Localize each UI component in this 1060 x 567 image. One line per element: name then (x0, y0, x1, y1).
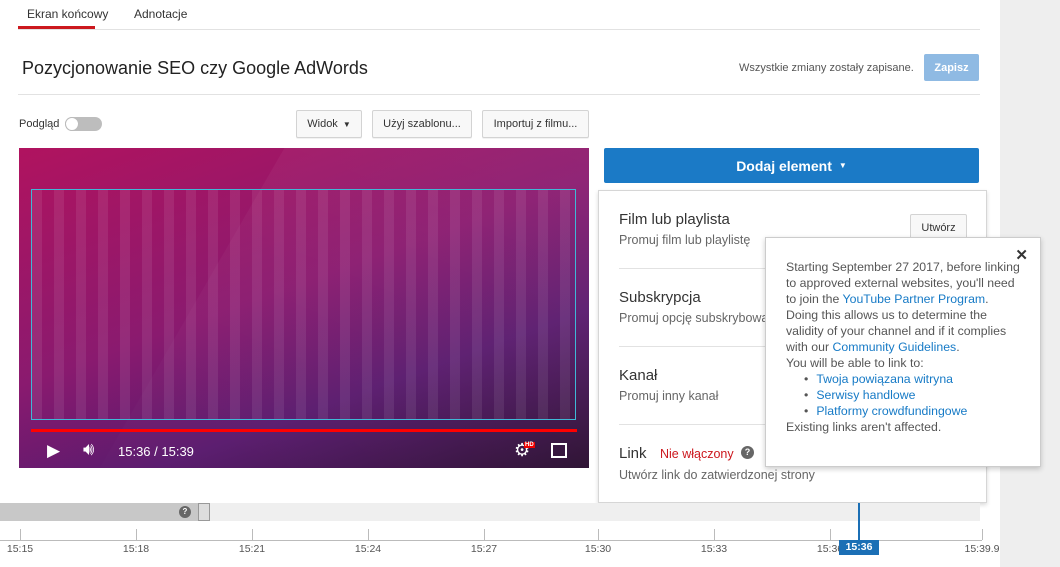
element-video-desc: Promuj film lub playlistę (619, 233, 751, 247)
tooltip-text: . (956, 340, 960, 354)
caret-down-icon: ▼ (342, 119, 351, 129)
link-own-site[interactable]: Twoja powiązana witryna (816, 372, 953, 386)
timeline-tick (484, 529, 485, 540)
element-subscribe-desc: Promuj opcję subskrybowania (619, 311, 786, 325)
progress-bar[interactable] (31, 429, 577, 432)
add-element-button[interactable]: Dodaj element ▼ (604, 148, 979, 183)
timeline-tick (20, 529, 21, 540)
timeline-tick-label: 15:15 (6, 543, 34, 555)
timeline-tick (252, 529, 253, 540)
timeline-tick (830, 529, 831, 540)
timeline-axis (0, 540, 982, 541)
link-crowdfunding[interactable]: Platformy crowdfundingowe (816, 404, 967, 418)
video-preview[interactable]: ▶ 🔊︎ 15:36 / 15:39 ⚙ HD (19, 148, 589, 468)
timeline-tick-label: 15:24 (354, 543, 382, 555)
element-link-title[interactable]: Link (619, 445, 647, 462)
timeline-tick-label: 15:18 (122, 543, 150, 555)
timeline-tick-label: 15:27 (470, 543, 498, 555)
time-display: 15:36 / 15:39 (118, 444, 194, 459)
tab-annotations[interactable]: Adnotacje (134, 7, 187, 21)
tooltip-body: Starting September 27 2017, before linki… (786, 259, 1020, 355)
timeline-tick-label: 15:30 (584, 543, 612, 555)
hd-badge: HD (524, 442, 535, 448)
fullscreen-icon[interactable] (551, 443, 567, 458)
save-button[interactable]: Zapisz (924, 54, 979, 81)
element-link-desc: Utwórz link do zatwierdzonej strony (619, 468, 815, 482)
view-dropdown[interactable]: Widok ▼ (296, 110, 362, 138)
timeline-tick (598, 529, 599, 540)
timeline-tick (136, 529, 137, 540)
page-title: Pozycjonowanie SEO czy Google AdWords (22, 58, 368, 78)
element-channel-title[interactable]: Kanał (619, 367, 657, 384)
timeline-tick (714, 529, 715, 540)
import-button[interactable]: Importuj z filmu... (482, 110, 589, 138)
close-icon[interactable]: ✕ (1015, 248, 1028, 264)
timeline-tick (368, 529, 369, 540)
divider (18, 94, 980, 95)
divider (18, 29, 980, 30)
tooltip-outro: Existing links aren't affected. (786, 420, 942, 434)
caret-down-icon: ▼ (838, 161, 847, 170)
playhead-label[interactable]: 15:36 (839, 540, 879, 555)
partner-program-link[interactable]: YouTube Partner Program (843, 292, 986, 306)
help-icon[interactable]: ? (741, 446, 754, 459)
preview-toggle[interactable] (65, 117, 102, 131)
end-screen-area (31, 189, 576, 420)
timeline-tick-label: 15:39.9 (964, 543, 1000, 555)
community-guidelines-link[interactable]: Community Guidelines (832, 340, 956, 354)
help-icon[interactable]: ? (179, 506, 191, 518)
preview-label: Podgląd (19, 118, 60, 130)
allowed-links-list: Twoja powiązana witryna Serwisy handlowe… (798, 371, 1020, 419)
element-video-title[interactable]: Film lub playlista (619, 211, 730, 228)
timeline-tick-label: 15:21 (238, 543, 266, 555)
tab-end-screen[interactable]: Ekran końcowy (27, 7, 108, 21)
link-info-tooltip: ✕ Starting September 27 2017, before lin… (765, 237, 1041, 467)
add-element-label: Dodaj element (736, 157, 832, 174)
timeline-tick-label: 15:33 (700, 543, 728, 555)
playhead-line[interactable] (858, 503, 860, 541)
play-icon[interactable]: ▶ (47, 441, 60, 461)
save-status: Wszystkie zmiany zostały zapisane. (739, 62, 914, 74)
timeline-tick (982, 529, 983, 540)
element-subscribe-title[interactable]: Subskrypcja (619, 289, 701, 306)
link-status: Nie włączony (660, 447, 734, 461)
view-label: Widok (307, 118, 338, 130)
volume-icon[interactable]: 🔊︎ (83, 439, 94, 460)
tooltip-intro: You will be able to link to: (786, 356, 924, 370)
timeline-element-bar[interactable] (0, 503, 200, 521)
link-merch-sites[interactable]: Serwisy handlowe (816, 388, 915, 402)
timeline-drag-handle[interactable] (198, 503, 210, 521)
use-template-button[interactable]: Użyj szablonu... (372, 110, 472, 138)
element-channel-desc: Promuj inny kanał (619, 389, 719, 403)
